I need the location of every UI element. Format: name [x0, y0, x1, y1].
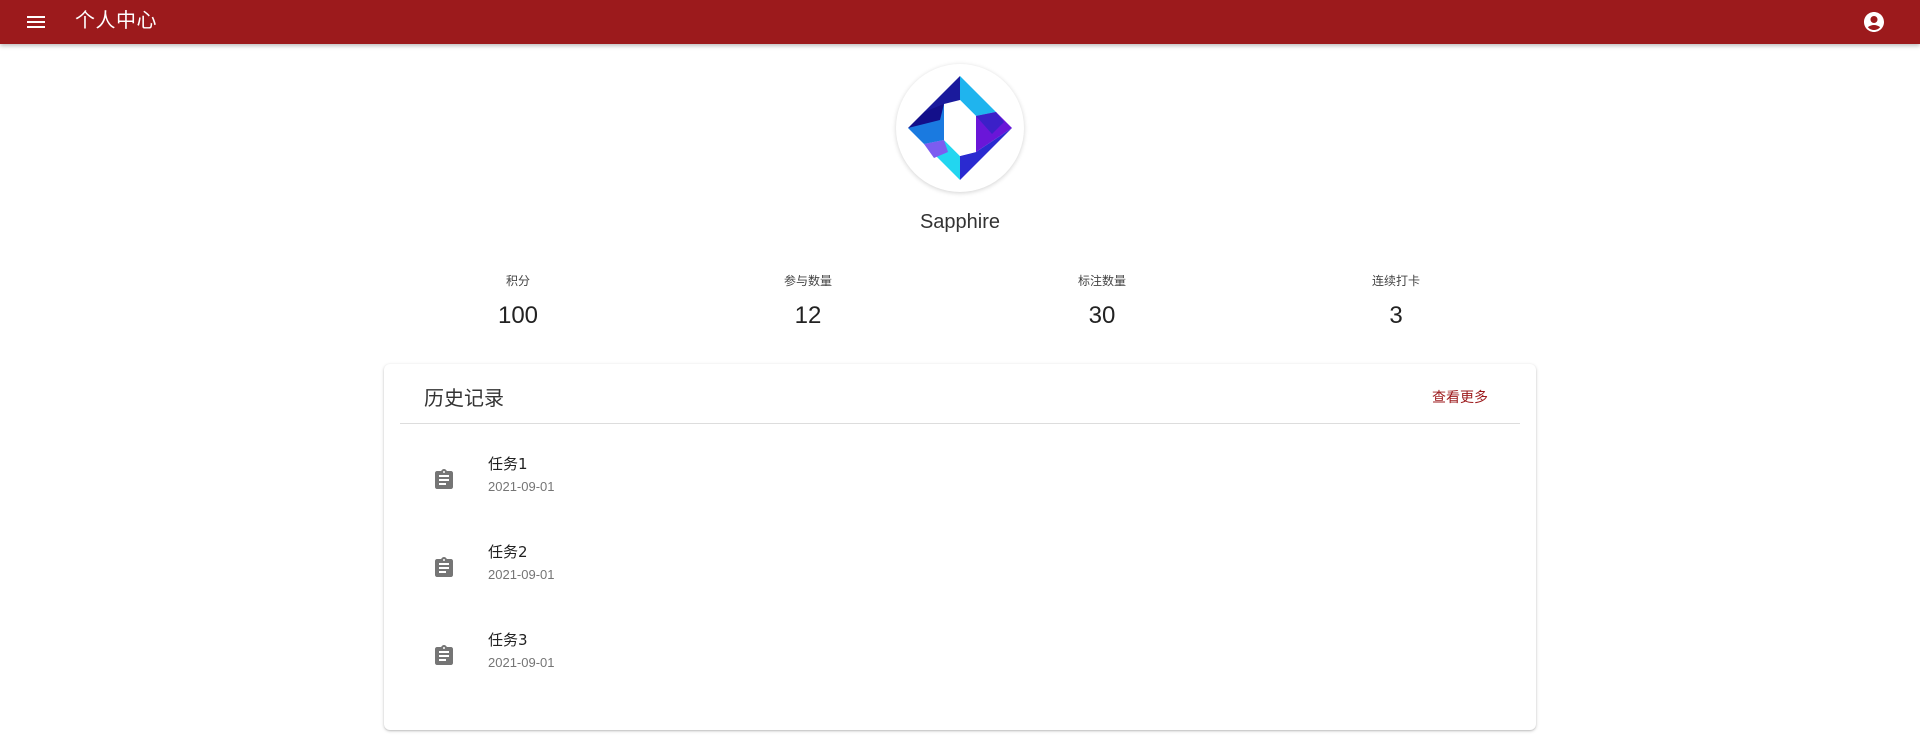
account-circle-icon — [1864, 12, 1884, 32]
account-button[interactable] — [1857, 5, 1891, 39]
history-list: 任务1 2021-09-01 任务2 2021-09-01 任务3 2021-0… — [384, 424, 1536, 700]
stat-points: 积分 100 — [418, 272, 618, 330]
stat-label: 积分 — [505, 274, 530, 288]
username: Sapphire — [919, 211, 1001, 233]
stat-annotation-count: 标注数量 30 — [1002, 272, 1202, 330]
stat-label: 连续打卡 — [1371, 274, 1420, 288]
sapphire-logo — [908, 76, 1012, 180]
stat-participation-count: 参与数量 12 — [708, 272, 908, 330]
list-item[interactable]: 任务1 2021-09-01 — [384, 436, 1536, 524]
list-item[interactable]: 任务2 2021-09-01 — [384, 524, 1536, 612]
avatar[interactable] — [896, 64, 1024, 192]
clipboard-icon — [435, 645, 453, 665]
item-title: 任务3 — [488, 631, 528, 649]
item-date: 2021-09-01 — [488, 479, 555, 494]
list-item[interactable]: 任务3 2021-09-01 — [384, 612, 1536, 700]
page-title: 个人中心 — [75, 8, 157, 32]
history-title: 历史记录 — [424, 386, 504, 410]
stat-value: 30 — [1088, 302, 1116, 329]
item-date: 2021-09-01 — [488, 655, 555, 670]
item-title: 任务2 — [488, 543, 528, 561]
stat-label: 参与数量 — [783, 274, 832, 288]
stat-value: 100 — [497, 302, 539, 329]
clipboard-icon — [435, 469, 453, 489]
view-more-link[interactable]: 查看更多 — [1432, 388, 1488, 408]
stat-checkin-streak: 连续打卡 3 — [1296, 272, 1496, 330]
menu-button[interactable] — [19, 5, 53, 39]
history-card: 历史记录 查看更多 任务1 2021-09-01 任务2 2021-09-01 … — [384, 364, 1536, 730]
item-date: 2021-09-01 — [488, 567, 555, 582]
stat-value: 12 — [794, 302, 822, 329]
item-title: 任务1 — [488, 455, 528, 473]
clipboard-icon — [435, 557, 453, 577]
menu-icon — [27, 16, 45, 28]
stat-value: 3 — [1389, 302, 1403, 329]
top-app-bar: 个人中心 — [0, 0, 1920, 44]
stat-label: 标注数量 — [1077, 274, 1126, 288]
